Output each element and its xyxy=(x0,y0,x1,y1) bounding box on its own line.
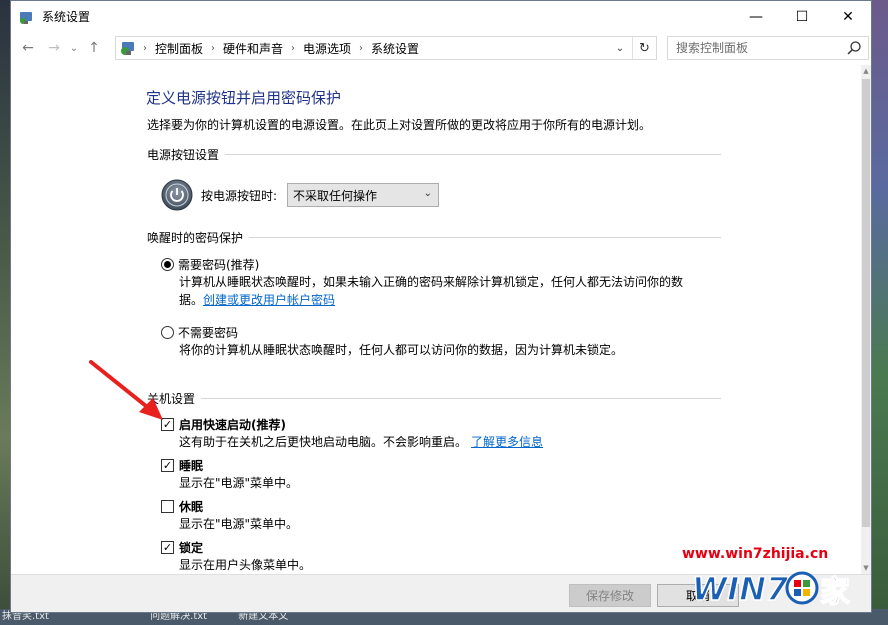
back-arrow-icon[interactable]: ← xyxy=(15,36,41,60)
select-value: 不采取任何操作 xyxy=(293,188,378,203)
breadcrumb-power-options[interactable]: 电源选项 xyxy=(303,40,351,57)
page-title: 定义电源按钮并启用密码保护 xyxy=(146,89,342,107)
window-controls: — ☐ ✕ xyxy=(733,1,871,32)
sleep-description: 显示在"电源"菜单中。 xyxy=(179,476,299,490)
up-arrow-icon[interactable]: ↑ xyxy=(81,36,107,60)
require-password-option[interactable]: 需要密码(推荐) xyxy=(161,256,259,273)
learn-more-link[interactable]: 了解更多信息 xyxy=(471,435,543,449)
wake-password-section-header: 唤醒时的密码保护 xyxy=(147,229,721,246)
breadcrumb-control-panel[interactable]: 控制面板 xyxy=(155,40,203,57)
control-panel-icon xyxy=(20,11,32,24)
desktop-left-edge xyxy=(0,0,10,625)
search-box[interactable] xyxy=(667,36,869,60)
description-line: 计算机从睡眠状态唤醒时，如果未输入正确的密码来解除计算机锁定，任何人都无法访问你… xyxy=(179,275,684,289)
breadcrumb-separator: › xyxy=(211,42,216,54)
watermark-logo-suffix: 家 xyxy=(820,575,850,610)
require-password-description: 计算机从睡眠状态唤醒时，如果未输入正确的密码来解除计算机锁定，任何人都无法访问你… xyxy=(179,273,683,309)
lock-checkbox[interactable]: ✓ xyxy=(161,541,174,554)
shutdown-section-header: 关机设置 xyxy=(147,390,721,407)
section-heading: 电源按钮设置 xyxy=(147,148,220,162)
system-settings-window: 系统设置 — ☐ ✕ ← → ⌄ ↑ › 控制面板 › 硬件和声音 › 电源选项… xyxy=(10,0,872,613)
breadcrumb: › 控制面板 › 硬件和声音 › 电源选项 › 系统设置 xyxy=(141,40,419,57)
power-button-label: 按电源按钮时: xyxy=(201,188,278,203)
option-label: 不需要密码 xyxy=(178,326,239,340)
scrollbar-thumb[interactable] xyxy=(862,79,870,527)
forward-arrow-icon[interactable]: → xyxy=(41,36,67,60)
sleep-checkbox[interactable]: ✓ xyxy=(161,459,174,472)
site-watermark: www.win7zhijia.cn WIN7 家 xyxy=(682,546,872,612)
window-title: 系统设置 xyxy=(42,10,91,24)
scroll-up-arrow-icon[interactable]: ▲ xyxy=(861,65,871,77)
watermark-url: www.win7zhijia.cn xyxy=(682,546,829,562)
option-label: 启用快速启动(推荐) xyxy=(179,418,286,432)
control-panel-location-icon xyxy=(121,42,134,55)
lock-description: 显示在用户头像菜单中。 xyxy=(179,558,312,572)
search-icon[interactable] xyxy=(846,40,862,56)
hibernate-checkbox[interactable] xyxy=(161,500,174,513)
title-bar: 系统设置 — ☐ ✕ xyxy=(11,1,871,32)
address-dropdown-chevron-icon[interactable]: ⌄ xyxy=(610,37,630,59)
maximize-button[interactable]: ☐ xyxy=(779,1,825,32)
power-button-section-header: 电源按钮设置 xyxy=(147,146,721,163)
no-password-description: 将你的计算机从睡眠状态唤醒时，任何人都可以访问你的数据，因为计算机未锁定。 xyxy=(179,343,624,357)
option-label: 休眠 xyxy=(179,500,204,514)
vertical-scrollbar[interactable]: ▲ ▼ xyxy=(861,65,871,574)
create-password-link[interactable]: 创建或更改用户帐户密码 xyxy=(203,293,335,307)
fast-startup-description: 这有助于在关机之后更快地启动电脑。不会影响重启。 了解更多信息 xyxy=(179,433,543,451)
no-password-option[interactable]: 不需要密码 xyxy=(161,324,238,341)
address-bar[interactable]: › 控制面板 › 硬件和声音 › 电源选项 › 系统设置 ⌄ ↻ xyxy=(115,36,657,60)
page-description: 选择要为你的计算机设置的电源设置。在此页上对设置所做的更改将应用于你所有的电源计… xyxy=(147,118,652,132)
watermark-logo-text: WIN7 xyxy=(692,570,789,608)
power-button-row: 按电源按钮时: 不采取任何操作 ⌄ xyxy=(161,179,440,211)
settings-content: 定义电源按钮并启用密码保护 选择要为你的计算机设置的电源设置。在此页上对设置所做… xyxy=(11,65,863,574)
red-arrow-annotation xyxy=(89,360,163,420)
sleep-option[interactable]: ✓ 睡眠 xyxy=(161,457,203,474)
recent-locations-chevron-icon[interactable]: ⌄ xyxy=(67,36,81,60)
option-label: 锁定 xyxy=(179,541,204,555)
no-password-radio[interactable] xyxy=(161,326,174,339)
breadcrumb-hardware-sound[interactable]: 硬件和声音 xyxy=(223,40,283,57)
breadcrumb-system-settings[interactable]: 系统设置 xyxy=(371,40,419,57)
fast-startup-option[interactable]: ✓ 启用快速启动(推荐) xyxy=(161,416,286,433)
breadcrumb-separator: › xyxy=(291,42,296,54)
power-button-action-select[interactable]: 不采取任何操作 ⌄ xyxy=(287,183,440,207)
description-text: 这有助于在关机之后更快地启动电脑。不会影响重启。 xyxy=(179,435,468,449)
description-line: 据。创建或更改用户帐户密码 xyxy=(179,291,683,309)
chevron-down-icon: ⌄ xyxy=(423,188,433,199)
desktop-right-edge xyxy=(870,0,888,625)
minimize-button[interactable]: — xyxy=(733,1,779,32)
power-button-icon xyxy=(161,179,193,211)
hibernate-option[interactable]: 休眠 xyxy=(161,498,203,515)
save-changes-button[interactable]: 保存修改 xyxy=(569,584,651,607)
section-divider xyxy=(249,237,721,238)
lock-option[interactable]: ✓ 锁定 xyxy=(161,539,203,556)
search-input[interactable] xyxy=(676,41,836,55)
hibernate-description: 显示在"电源"菜单中。 xyxy=(179,517,299,531)
close-button[interactable]: ✕ xyxy=(825,1,871,32)
breadcrumb-separator: › xyxy=(359,42,364,54)
refresh-icon[interactable]: ↻ xyxy=(632,37,656,59)
section-divider xyxy=(201,398,721,399)
option-label: 需要密码(推荐) xyxy=(178,258,260,272)
description-text: 据。 xyxy=(179,293,204,307)
require-password-radio[interactable] xyxy=(161,258,174,271)
option-label: 睡眠 xyxy=(179,459,204,473)
breadcrumb-separator: › xyxy=(143,42,147,54)
section-divider xyxy=(225,154,721,155)
section-heading: 唤醒时的密码保护 xyxy=(147,231,244,245)
win7-logo-icon: WIN7 家 xyxy=(691,569,850,610)
